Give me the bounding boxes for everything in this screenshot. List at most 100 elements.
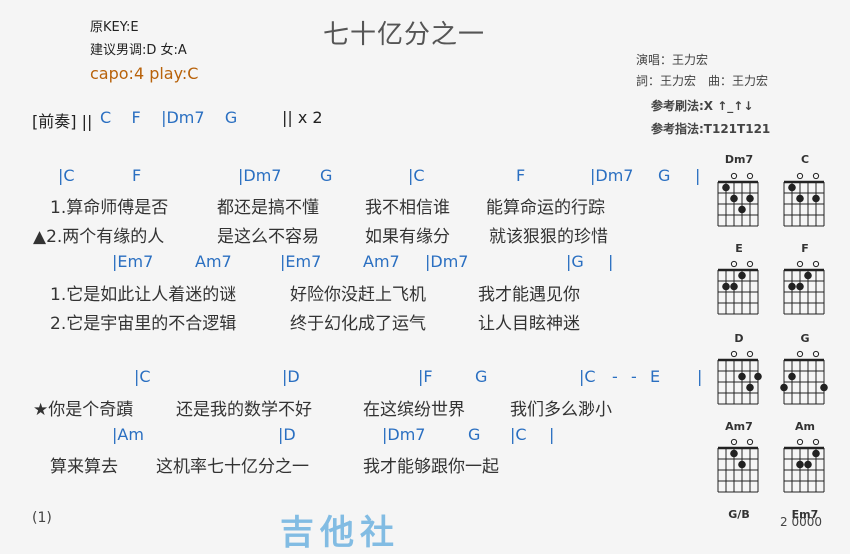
lyric: 我才能遇见你 xyxy=(478,285,580,305)
finger-dot xyxy=(796,194,804,203)
fret-grid xyxy=(783,358,825,405)
song-title: 七十亿分之一 xyxy=(323,20,486,50)
lyric: 能算命运的行踪 xyxy=(486,198,605,218)
intro-chord-row: C F |Dm7 G xyxy=(100,108,300,128)
open-string-marker xyxy=(730,438,738,446)
chord: - xyxy=(631,367,637,386)
chord: |Em7 xyxy=(112,252,154,271)
lyric: 在这缤纷世界 xyxy=(363,400,465,420)
diagram-label: Am7 xyxy=(725,420,753,433)
open-string-marker xyxy=(812,438,820,446)
finger-dot xyxy=(780,383,788,392)
chord: |F xyxy=(418,367,433,386)
finger-dot xyxy=(788,183,796,192)
lyric: 就该狠狠的珍惜 xyxy=(489,227,608,247)
open-string-marker xyxy=(730,172,738,180)
finger-pattern: 参考指法:T121T121 xyxy=(651,122,771,136)
diagram-label: G/B xyxy=(728,508,750,521)
chord-row-4: |Am |D |Dm7 G |C | xyxy=(112,425,572,445)
original-key: 原KEY:E xyxy=(90,20,139,35)
page-number: (1) xyxy=(32,510,52,526)
chord: |C xyxy=(58,166,75,185)
chord-diagram-e xyxy=(717,260,759,315)
lyric: 是这么不容易 xyxy=(217,227,319,247)
lyric: 我才能够跟你一起 xyxy=(363,457,499,477)
chord: |Am xyxy=(112,425,144,444)
diagram-label: D xyxy=(734,332,744,345)
chord-row-1: |C F |Dm7 G |C F |Dm7 G | xyxy=(58,166,708,186)
chord-diagram-dm7 xyxy=(717,172,759,227)
chord: |Dm7 xyxy=(238,166,282,185)
chord: |C xyxy=(510,425,527,444)
chord: |C xyxy=(134,367,151,386)
chord: |D xyxy=(282,367,300,386)
open-string-marker xyxy=(812,260,820,268)
open-string-marker xyxy=(746,260,754,268)
finger-dot xyxy=(730,194,738,203)
chord: Am7 xyxy=(195,252,232,271)
finger-dot xyxy=(738,460,746,469)
chord-diagram-c xyxy=(783,172,825,227)
chord: G xyxy=(475,367,488,386)
chord: E xyxy=(650,367,661,386)
chord: |Dm7 xyxy=(382,425,426,444)
chord: |C xyxy=(579,367,596,386)
lyric: ★你是个奇蹟 xyxy=(33,400,134,420)
chord: |G xyxy=(566,252,584,271)
chord-row-2: |Em7 Am7 |Em7 Am7 |Dm7 |G | xyxy=(112,252,632,272)
open-string-marker xyxy=(730,260,738,268)
open-string-marker xyxy=(746,350,754,358)
chord: F xyxy=(516,166,526,185)
chord: Am7 xyxy=(363,252,400,271)
open-string-marker xyxy=(796,172,804,180)
chord: |Em7 xyxy=(280,252,322,271)
finger-dot xyxy=(804,460,812,469)
lyric: 1.算命师傅是否 xyxy=(50,198,169,218)
diagram-label: G xyxy=(800,332,810,345)
lyric: 还是我的数学不好 xyxy=(176,400,312,420)
open-string-marker xyxy=(796,350,804,358)
fret-grid xyxy=(717,268,759,315)
lyric: ▲2.两个有缘的人 xyxy=(33,227,165,247)
chord: G xyxy=(658,166,671,185)
chord: - xyxy=(612,367,618,386)
finger-dot xyxy=(820,383,828,392)
finger-dot xyxy=(754,372,762,381)
lyric: 这机率七十亿分之一 xyxy=(156,457,309,477)
lyric: 终于幻化成了运气 xyxy=(290,314,426,334)
chord: | xyxy=(608,252,614,271)
finger-dot xyxy=(738,205,746,214)
chord-row-3: |C |D |F G |C - - E | xyxy=(134,367,714,387)
lyric: 如果有缘分 xyxy=(365,227,450,247)
diagram-label: Em7 xyxy=(791,508,819,521)
open-string-marker xyxy=(812,172,820,180)
diagram-label: E xyxy=(735,242,743,255)
intro-chord: C F |Dm7 G xyxy=(100,108,238,127)
chord: G xyxy=(468,425,481,444)
finger-dot xyxy=(722,183,730,192)
suggested-key: 建议男调:D 女:A xyxy=(90,43,187,58)
strum-pattern: 参考刷法:X ↑_↑↓ xyxy=(651,99,754,113)
open-string-marker xyxy=(812,350,820,358)
finger-dot xyxy=(796,460,804,469)
finger-dot xyxy=(730,282,738,291)
finger-dot xyxy=(746,383,754,392)
capo-info: capo:4 play:C xyxy=(90,64,199,83)
chord-diagram-am7 xyxy=(717,438,759,493)
chord: F xyxy=(132,166,142,185)
finger-dot xyxy=(796,282,804,291)
chord: |Dm7 xyxy=(425,252,469,271)
watermark-logo: 吉他社 xyxy=(280,513,400,553)
singer: 演唱：王力宏 xyxy=(636,53,709,67)
fret-grid xyxy=(783,268,825,315)
finger-dot xyxy=(788,282,796,291)
intro-label: [前奏] xyxy=(32,112,77,131)
finger-dot xyxy=(788,372,796,381)
diagram-label: Am xyxy=(795,420,815,433)
chord: G xyxy=(320,166,333,185)
chord-diagram-am xyxy=(783,438,825,493)
chord-diagram-d xyxy=(717,350,762,405)
lyric: 1.它是如此让人着迷的谜 xyxy=(50,285,237,305)
lyric: 我不相信谁 xyxy=(365,198,450,218)
open-string-marker xyxy=(796,438,804,446)
